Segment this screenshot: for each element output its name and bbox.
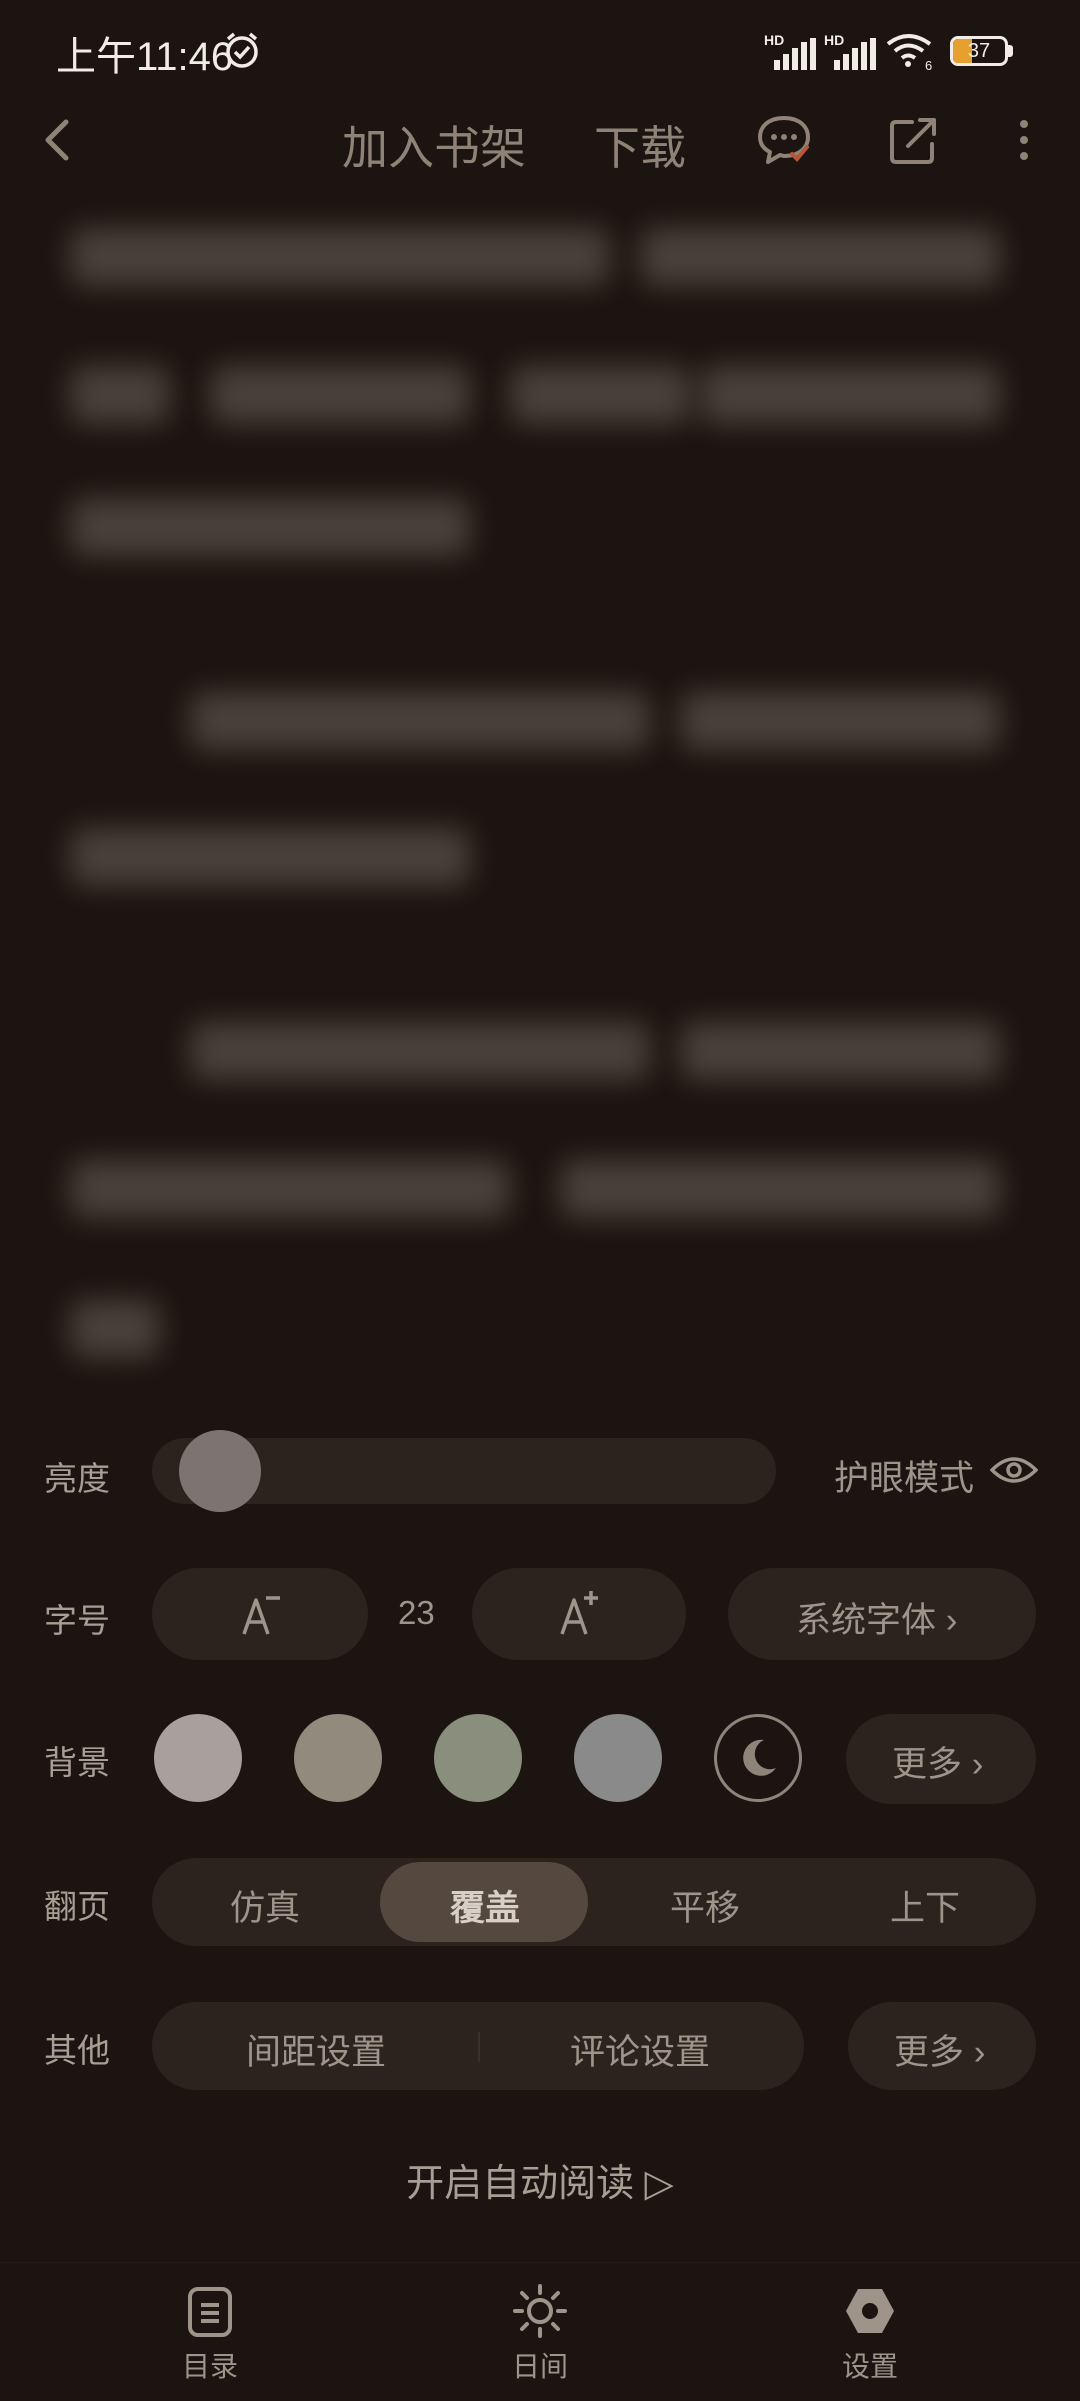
blurred-line [70,498,470,556]
other-label: 其他 [44,2032,110,2069]
brightness-slider-knob[interactable] [179,1430,262,1512]
blurred-line [680,692,1000,750]
brightness-label: 亮度 [44,1460,110,1497]
share-icon[interactable] [884,110,944,170]
eye-icon[interactable] [990,1450,1038,1490]
reader-settings-panel: 亮度 护眼模式 字号 23 系统字体 › 背景 更多 › 翻页 仿真 覆盖 平移… [0,1400,1080,2260]
page-turn-segmented-control: 仿真 覆盖 平移 上下 [152,1858,1036,1946]
status-bar: 上午11:46 HD HD 6 37 [0,0,1080,100]
font-increase-icon [560,1591,598,1635]
signal-bars-icon [834,38,876,70]
page-turn-option-vertical[interactable]: 上下 [890,1880,960,1931]
page-turn-option-cover[interactable]: 覆盖 [450,1880,520,1931]
other-settings-group: 间距设置 评论设置 [152,2002,804,2090]
background-label: 背景 [44,1744,110,1781]
divider [478,2032,480,2062]
wifi-icon: 6 [886,34,932,70]
nav-toc-label: 目录 [181,2351,238,2382]
signal-2: HD [824,32,878,70]
background-more-button[interactable]: 更多 › [846,1714,1036,1804]
blurred-line [680,1022,1000,1080]
system-font-button[interactable]: 系统字体 › [728,1568,1036,1660]
status-time: 上午11:46 [56,35,234,79]
font-decrease-icon [242,1596,280,1635]
signal-1: HD [764,32,818,70]
background-swatch-4[interactable] [574,1714,662,1802]
font-size-value: 23 [398,1594,435,1631]
comment-icon[interactable] [754,110,814,170]
bottom-navigation: 目录 日间 设置 [0,2262,1080,2401]
nav-settings-label: 设置 [841,2351,898,2382]
battery-icon: 37 [950,36,1014,66]
blurred-book-text [40,200,1040,1400]
page-turn-label: 翻页 [44,1888,110,1925]
eye-protection-mode-label[interactable]: 护眼模式 [834,1450,974,1501]
blurred-line [190,692,650,750]
download-button[interactable]: 下载 [594,112,686,178]
background-more-label: 更多 › [892,1745,984,1784]
blurred-line [70,1160,510,1218]
blurred-line [640,228,1000,286]
night-mode-swatch[interactable] [714,1714,802,1802]
blurred-line [560,1160,1000,1218]
nav-settings[interactable]: 设置 [770,2263,970,2401]
nav-day-mode[interactable]: 日间 [440,2263,640,2401]
signal-bars-icon [774,38,816,70]
nav-day-label: 日间 [511,2351,568,2382]
more-vertical-icon[interactable] [1000,110,1048,170]
background-swatch-2[interactable] [294,1714,382,1802]
decrease-font-button[interactable] [152,1568,368,1660]
alarm-icon [226,32,258,68]
font-size-label: 字号 [44,1602,110,1639]
nav-toc[interactable]: 目录 [110,2263,310,2401]
battery-cap [1008,45,1013,57]
sun-icon [513,2284,567,2338]
blurred-line [70,828,470,886]
other-more-button[interactable]: 更多 › [848,2002,1036,2090]
moon-icon [743,1739,776,1776]
blurred-line [700,366,1000,424]
blurred-line [70,366,170,424]
background-swatch-3[interactable] [434,1714,522,1802]
increase-font-button[interactable] [472,1568,686,1660]
blurred-line [210,366,470,424]
page-turn-option-simulation[interactable]: 仿真 [230,1880,300,1931]
page-turn-option-slide[interactable]: 平移 [670,1880,740,1931]
settings-hexagon-icon [846,2289,894,2333]
add-to-shelf-button[interactable]: 加入书架 [342,112,526,178]
battery-percent: 37 [967,40,991,62]
other-more-label: 更多 › [894,2033,986,2072]
blurred-line [190,1022,650,1080]
auto-read-button[interactable]: 开启自动阅读 ▷ [0,2152,1080,2207]
comment-settings-button[interactable]: 评论设置 [570,2024,710,2075]
back-arrow-icon[interactable] [32,110,82,170]
blurred-line [70,228,610,286]
table-of-contents-icon [188,2287,232,2337]
system-font-label: 系统字体 › [796,1601,958,1640]
spacing-settings-button[interactable]: 间距设置 [246,2024,386,2075]
background-swatch-1[interactable] [154,1714,242,1802]
blurred-line [70,1300,160,1358]
blurred-line [510,366,690,424]
wifi-label: 6 [925,58,932,70]
